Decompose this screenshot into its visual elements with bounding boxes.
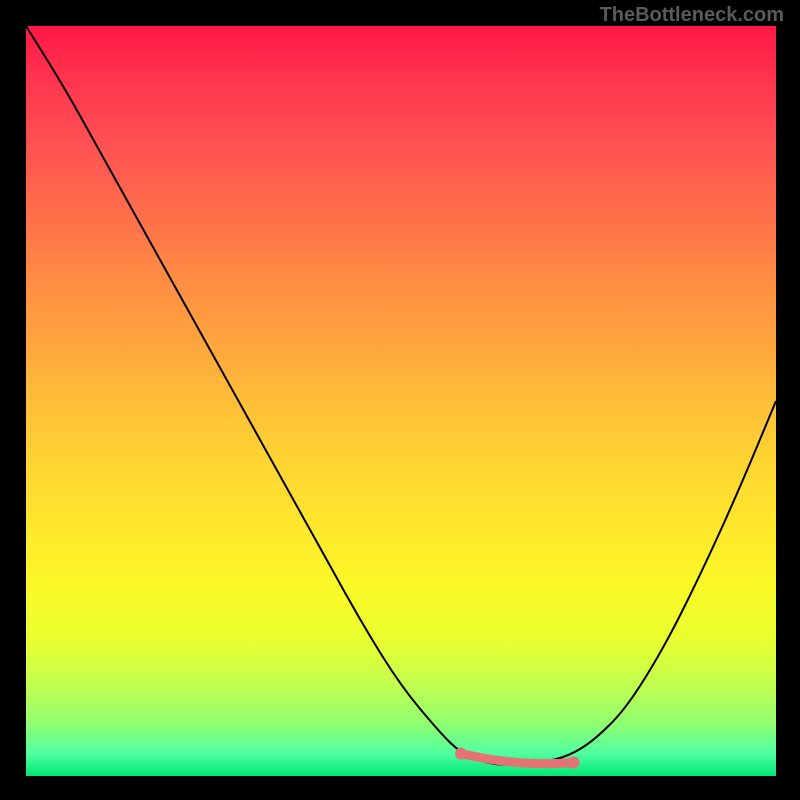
watermark-text: TheBottleneck.com <box>600 4 784 27</box>
chart-svg <box>26 26 776 776</box>
bottleneck-curve <box>26 26 776 765</box>
optimal-end-dot <box>568 757 580 769</box>
chart-plot-area <box>26 26 776 776</box>
optimal-start-dot <box>455 748 467 760</box>
